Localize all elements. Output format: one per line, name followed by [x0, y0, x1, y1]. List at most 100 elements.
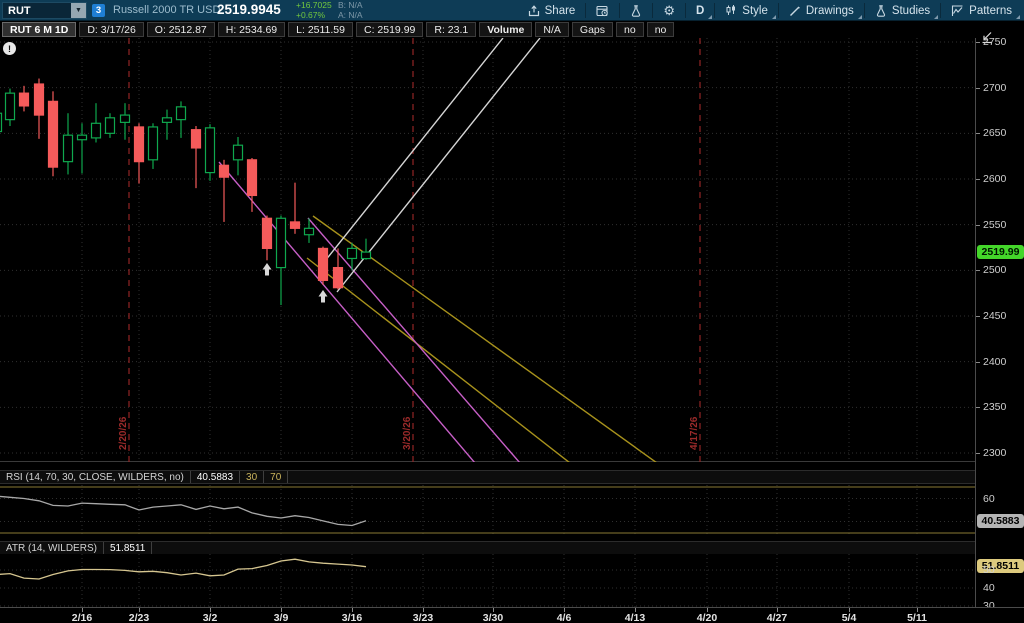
candlestick [277, 218, 286, 267]
ohlc-cell[interactable]: D: 3/17/26 [79, 22, 143, 37]
expiration-line-label: 3/20/26 [402, 416, 413, 450]
time-tick-label: 4/20 [697, 612, 717, 623]
ohlc-cell[interactable]: H: 2534.69 [218, 22, 285, 37]
ohlc-cell[interactable]: Volume [479, 22, 532, 37]
price-tick-label: 2500 [983, 264, 1006, 276]
price-tick-mark [976, 225, 980, 226]
price-axis[interactable]: 2519.99 40.5883 51.8511 2750270026502600… [975, 38, 1024, 607]
price-tick-label: 2750 [983, 36, 1006, 48]
trendline-drawing[interactable] [307, 258, 570, 462]
rsi-overbought-level[interactable]: 70 [264, 471, 288, 483]
chart-series-label[interactable]: RUT 6 M 1D [2, 22, 76, 37]
atr-plot-canvas[interactable] [0, 554, 975, 607]
rsi-value-badge: 40.5883 [977, 514, 1024, 528]
price-change-pct: +0.67% [296, 11, 332, 21]
ohlc-cell[interactable]: no [616, 22, 644, 37]
main-chart-canvas[interactable]: 2/20/263/20/264/17/26 [0, 38, 975, 462]
candlestick [0, 113, 2, 131]
candlestick [220, 165, 229, 177]
symbol-combobox[interactable]: RUT ▼ [2, 2, 87, 19]
ohlc-cell[interactable]: C: 2519.99 [356, 22, 423, 37]
expiration-line-label: 2/20/26 [118, 416, 129, 450]
ohlc-cell[interactable]: Gaps [572, 22, 613, 37]
candlestick [106, 118, 115, 134]
price-tick-label: 2350 [983, 401, 1006, 413]
economic-events-button[interactable] [586, 0, 619, 21]
candlestick [35, 84, 44, 115]
candlestick [348, 248, 357, 258]
patterns-icon [951, 5, 964, 17]
chart-settings-button[interactable]: ⚙ [653, 0, 685, 21]
ohlc-cells: D: 3/17/26 O: 2512.87H: 2534.69L: 2511.59… [79, 22, 674, 37]
time-tick-label: 3/30 [483, 612, 503, 623]
studies-dropdown[interactable]: Studies [865, 0, 940, 21]
time-tick-label: 3/16 [342, 612, 362, 623]
rsi-plot-panel [0, 485, 975, 537]
candlestick [263, 218, 272, 248]
ohlc-cell[interactable]: O: 2512.87 [147, 22, 215, 37]
atr-plot-panel [0, 554, 975, 607]
price-tick-mark [976, 133, 980, 134]
trendline-drawing[interactable] [308, 218, 520, 462]
thinkorswim-chart-window: RUT ▼ 3 Russell 2000 TR USD 2519.9945 +1… [0, 0, 1024, 623]
time-tick-label: 3/2 [203, 612, 218, 623]
ohlc-cell[interactable]: R: 23.1 [426, 22, 476, 37]
ask-value: A: N/A [338, 11, 363, 21]
bid-ask-block: B: N/A A: N/A [338, 1, 363, 20]
candlestick [319, 248, 328, 280]
link-group-badge[interactable]: 3 [92, 4, 105, 17]
candlestick [149, 127, 158, 160]
price-tick-mark [976, 407, 980, 408]
chart-style-icon [725, 5, 737, 16]
candlestick [121, 115, 130, 122]
candlestick [135, 127, 144, 162]
rsi-study-label[interactable]: RSI (14, 70, 30, CLOSE, WILDERS, no) [0, 471, 191, 483]
time-tick-label: 3/23 [413, 612, 433, 623]
price-tick-mark [976, 42, 980, 43]
rsi-axis-label: 60 [983, 493, 995, 505]
time-tick-label: 5/4 [842, 612, 857, 623]
ohlc-cell[interactable]: no [647, 22, 675, 37]
toolbar-buttons: Share ⚙ D [518, 0, 1022, 21]
time-axis[interactable]: 2/162/233/23/93/163/233/304/64/134/204/2… [0, 607, 1024, 623]
share-label: Share [545, 5, 576, 17]
price-tick-label: 2600 [983, 173, 1006, 185]
ohlc-cell[interactable]: N/A [535, 22, 569, 37]
drawings-dropdown[interactable]: Drawings [779, 0, 864, 21]
time-tick-label: 4/13 [625, 612, 645, 623]
patterns-dropdown[interactable]: Patterns [941, 0, 1022, 21]
candlestick [20, 93, 29, 106]
candlestick [248, 160, 257, 196]
timeframe-label: D [696, 5, 704, 17]
atr-value: 51.8511 [104, 542, 152, 554]
trendline-drawing[interactable] [321, 38, 503, 266]
atr-study-header: ATR (14, WILDERS) 51.8511 [0, 541, 975, 555]
time-tick-label: 5/11 [907, 612, 927, 623]
flask-icon [630, 5, 642, 17]
quick-study-button[interactable] [620, 0, 652, 21]
price-tick-label: 2400 [983, 356, 1006, 368]
up-arrow-drawing[interactable] [263, 263, 272, 276]
time-tick-label: 4/27 [767, 612, 787, 623]
price-tick-label: 2550 [983, 219, 1006, 231]
rsi-study-header: RSI (14, 70, 30, CLOSE, WILDERS, no) 40.… [0, 470, 975, 484]
drawings-label: Drawings [806, 5, 854, 17]
chart-info-icon[interactable]: ! [3, 42, 16, 55]
symbol-dropdown-button[interactable]: ▼ [71, 3, 86, 18]
price-tick-label: 2450 [983, 310, 1006, 322]
atr-study-label[interactable]: ATR (14, WILDERS) [0, 542, 104, 554]
candlestick [305, 228, 314, 234]
rsi-oversold-level[interactable]: 30 [240, 471, 264, 483]
candlestick [92, 123, 101, 138]
ohlc-cell[interactable]: L: 2511.59 [288, 22, 353, 37]
gear-icon: ⚙ [663, 4, 675, 17]
candlestick [362, 252, 371, 259]
up-arrow-drawing[interactable] [319, 290, 328, 303]
timeframe-dropdown[interactable]: D [686, 0, 714, 21]
share-button[interactable]: Share [518, 0, 586, 21]
time-tick-label: 2/16 [72, 612, 92, 623]
rsi-plot-canvas[interactable] [0, 485, 975, 537]
style-dropdown[interactable]: Style [715, 0, 778, 21]
candlestick [192, 130, 201, 148]
trendline-drawing[interactable] [219, 162, 475, 462]
